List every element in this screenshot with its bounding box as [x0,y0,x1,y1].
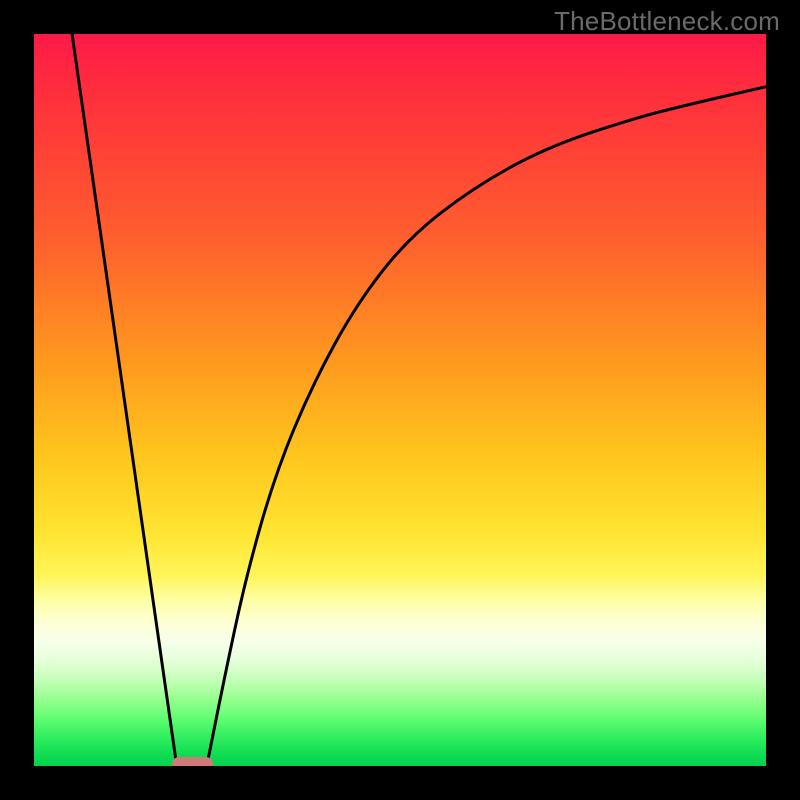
curve-svg [34,34,766,766]
chart-frame: TheBottleneck.com [0,0,800,800]
optimal-marker [172,757,213,766]
bottleneck-curve [72,34,766,766]
plot-area [34,34,766,766]
watermark-text: TheBottleneck.com [554,6,780,37]
